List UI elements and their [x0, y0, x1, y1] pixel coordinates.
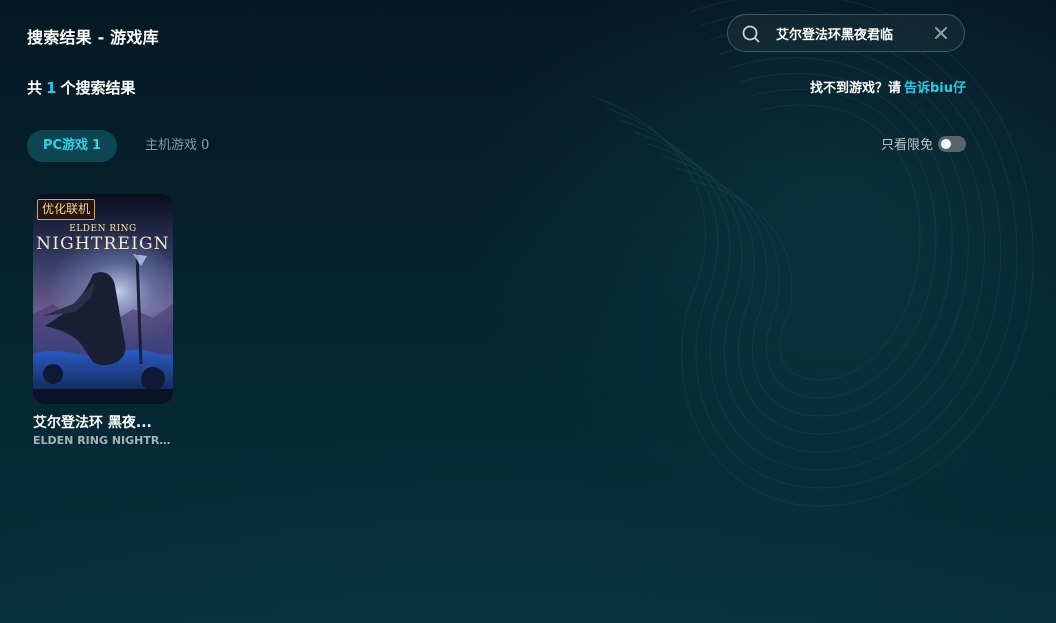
free-only-filter: 只看限免 — [881, 134, 966, 153]
game-english-name: ELDEN RING NIGHTRE... — [33, 434, 174, 447]
result-count-suffix: 个搜索结果 — [60, 79, 136, 97]
game-card[interactable]: 优化联机 ELDEN RING NIGHTREIGN 艾尔登法环 黑夜... E… — [33, 194, 174, 447]
game-cover-image: 优化联机 ELDEN RING NIGHTREIGN — [33, 194, 173, 404]
search-box[interactable] — [727, 14, 965, 52]
cover-series-title: ELDEN RING — [69, 224, 137, 234]
clear-search-icon[interactable] — [934, 26, 948, 40]
toggle-knob — [941, 138, 951, 149]
tab-console-games-count: 0 — [201, 138, 210, 153]
search-input[interactable] — [776, 23, 918, 43]
game-name: 艾尔登法环 黑夜... — [33, 415, 152, 431]
free-only-toggle[interactable] — [938, 135, 966, 152]
free-only-label: 只看限免 — [880, 138, 933, 153]
search-icon — [742, 25, 760, 43]
page-title: 搜索结果 - 游戏库 — [27, 28, 159, 47]
tab-console-games[interactable]: 主机游戏 0 — [145, 130, 209, 162]
result-count-number: 1 — [46, 79, 57, 97]
optimized-multiplayer-badge: 优化联机 — [37, 199, 96, 220]
feedback-prompt: 找不到游戏？请 告诉biu仔 — [810, 77, 966, 96]
tab-console-games-label: 主机游戏 — [145, 138, 198, 153]
tab-pc-games-count: 1 — [92, 138, 102, 153]
background-rings-decoration — [591, 0, 1034, 507]
feedback-text: 找不到游戏？请 — [809, 81, 901, 96]
cover-game-title: NIGHTREIGN — [36, 234, 170, 254]
result-count: 共 1 个搜索结果 — [27, 77, 135, 98]
tab-pc-games[interactable]: PC游戏 1 — [27, 130, 117, 162]
tab-pc-games-label: PC游戏 — [42, 138, 89, 153]
game-library-search-page: 搜索结果 - 游戏库 共1个搜索结果 找不到游戏？请告诉biu仔 PC游戏1 主… — [0, 0, 1056, 623]
feedback-link[interactable]: 告诉biu仔 — [904, 81, 966, 96]
result-count-prefix: 共 — [27, 79, 43, 97]
